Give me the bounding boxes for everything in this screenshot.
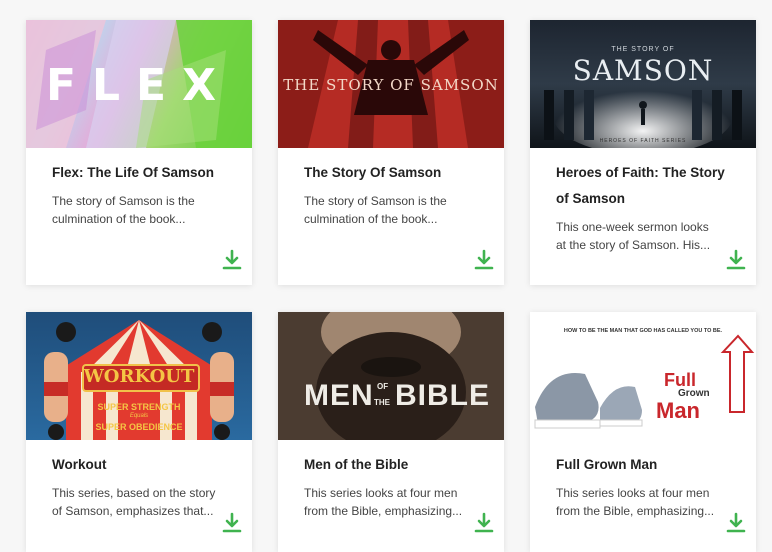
thumb-title-the: THE [374,398,390,407]
card-title[interactable]: Heroes of Faith: The Story of Samson [556,160,730,212]
desc-line: culmination of the book... [304,212,438,226]
sneakers-artwork [534,334,755,429]
desc-line: at the story of Samson. His... [556,238,711,252]
card-thumbnail[interactable]: MEN OF THE BIBLE [278,312,504,440]
card-title[interactable]: Full Grown Man [556,452,730,478]
desc-line: This series, based on the story [52,486,216,500]
card-description: This series looks at four men from the B… [556,484,730,520]
thumb-subtitle: THE STORY OF [611,46,675,53]
desc-line: The story of Samson is the [52,194,195,208]
sermon-card-workout[interactable]: WORKOUT SUPER STRENGTH Equals SUPER OBED… [26,312,252,552]
download-icon[interactable] [726,249,746,271]
desc-line: The story of Samson is the [304,194,447,208]
desc-line: of Samson, emphasizes that... [52,504,214,518]
card-title[interactable]: Flex: The Life Of Samson [52,160,226,186]
thumb-title-bible: BIBLE [395,379,490,412]
card-description: The story of Samson is the culmination o… [304,192,478,228]
thumb-title-man: Man [656,398,700,423]
thumb-line: SUPER OBEDIENCE [95,422,183,432]
card-description: This series, based on the story of Samso… [52,484,226,520]
sermon-card-men-of-the-bible[interactable]: MEN OF THE BIBLE Men of the Bible This s… [278,312,504,552]
download-icon[interactable] [222,512,242,534]
thumb-series: HEROES OF FAITH SERIES [599,138,687,144]
title-line: Heroes of Faith: The Story [556,165,725,180]
download-icon[interactable] [726,512,746,534]
sermon-card-story-of-samson[interactable]: THE STORY OF SAMSON The Story Of Samson … [278,20,504,285]
card-thumbnail[interactable]: HOW TO BE THE MAN THAT GOD HAS CALLED YO… [530,312,756,440]
card-description: This one-week sermon looks at the story … [556,218,730,254]
card-thumbnail[interactable]: THE STORY OF SAMSON HEROES OF FAITH SERI… [530,20,756,148]
download-icon[interactable] [474,249,494,271]
card-description: This series looks at four men from the B… [304,484,478,520]
thumb-title-men: MEN [304,379,374,412]
sermon-grid: FLEX Flex: The Life Of Samson The story … [0,0,772,552]
thumb-title-of: OF [377,382,389,391]
card-description: The story of Samson is the culmination o… [52,192,226,228]
thumb-title: SAMSON [572,54,714,87]
desc-line: This series looks at four men [556,486,710,500]
card-thumbnail[interactable]: THE STORY OF SAMSON [278,20,504,148]
desc-line: from the Bible, emphasizing... [556,504,715,518]
thumb-title: WORKOUT [83,366,195,387]
card-thumbnail[interactable]: FLEX [26,20,252,148]
thumb-title: FLEX [45,60,233,111]
thumb-title: THE STORY OF SAMSON [283,76,499,94]
bearded-man-artwork [278,312,504,440]
download-icon[interactable] [474,512,494,534]
thumb-line: Equals [129,413,149,419]
card-thumbnail[interactable]: WORKOUT SUPER STRENGTH Equals SUPER OBED… [26,312,252,440]
thumb-line: SUPER STRENGTH [97,402,181,412]
title-line: of Samson [556,191,626,206]
desc-line: This one-week sermon looks [556,220,709,234]
sermon-card-full-grown-man[interactable]: HOW TO BE THE MAN THAT GOD HAS CALLED YO… [530,312,756,552]
sermon-card-heroes-of-faith[interactable]: THE STORY OF SAMSON HEROES OF FAITH SERI… [530,20,756,285]
desc-line: This series looks at four men [304,486,458,500]
desc-line: from the Bible, emphasizing... [304,504,463,518]
sermon-card-flex[interactable]: FLEX Flex: The Life Of Samson The story … [26,20,252,285]
card-title[interactable]: Men of the Bible [304,452,478,478]
desc-line: culmination of the book... [52,212,186,226]
card-title[interactable]: The Story Of Samson [304,160,478,186]
card-title[interactable]: Workout [52,452,226,478]
download-icon[interactable] [222,249,242,271]
